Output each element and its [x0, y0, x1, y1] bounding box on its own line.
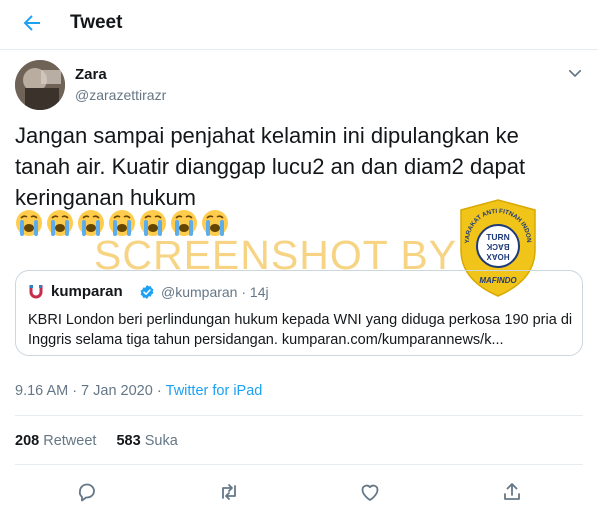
avatar[interactable]: [15, 60, 65, 110]
author-handle[interactable]: @zarazettirazr: [75, 87, 166, 103]
kumparan-logo-icon: [29, 285, 43, 299]
tweet-date[interactable]: 7 Jan 2020: [81, 383, 153, 399]
crying-face-icon: [47, 210, 73, 236]
reply-icon[interactable]: [75, 480, 99, 504]
author-name[interactable]: Zara: [75, 66, 107, 83]
retweet-label: Retweet: [43, 433, 97, 449]
retweet-icon[interactable]: [217, 480, 241, 504]
like-stat[interactable]: 583 Suka: [116, 433, 177, 449]
like-icon[interactable]: [358, 480, 382, 504]
logo-center-bottom: HOAX: [486, 252, 510, 261]
meta-separator: ·: [156, 383, 162, 399]
header-bar: Tweet: [0, 0, 598, 50]
like-label: Suka: [144, 433, 178, 449]
quoted-tweet-card[interactable]: kumparan @kumparan · 14j KBRI London ber…: [15, 270, 583, 356]
divider: [15, 415, 583, 416]
divider: [15, 464, 583, 465]
retweet-stat[interactable]: 208 Retweet: [15, 433, 96, 449]
chevron-down-icon[interactable]: [566, 64, 584, 82]
retweet-count: 208: [15, 433, 40, 449]
quoted-author-handle: @kumparan · 14j: [161, 284, 269, 300]
logo-center-top: TURN: [486, 232, 510, 242]
tweet-source-link[interactable]: Twitter for iPad: [166, 383, 263, 399]
like-count: 583: [116, 433, 141, 449]
logo-center-mid: BACK: [486, 242, 509, 251]
back-arrow-icon[interactable]: [20, 11, 44, 35]
meta-separator: ·: [72, 383, 78, 399]
quoted-tweet-text: KBRI London beri perlindungan hukum kepa…: [28, 312, 573, 348]
avatar-image: [15, 60, 65, 110]
page-title: Tweet: [70, 12, 123, 33]
tweet-stats: 208 Retweet 583 Suka: [15, 433, 178, 449]
quoted-author-name: kumparan: [51, 283, 123, 300]
tweet-time[interactable]: 9.16 AM: [15, 383, 68, 399]
verified-badge-icon: [140, 285, 154, 299]
share-icon[interactable]: [500, 480, 524, 504]
crying-face-icon: [16, 210, 42, 236]
tweet-meta: 9.16 AM · 7 Jan 2020 · Twitter for iPad: [15, 383, 262, 399]
